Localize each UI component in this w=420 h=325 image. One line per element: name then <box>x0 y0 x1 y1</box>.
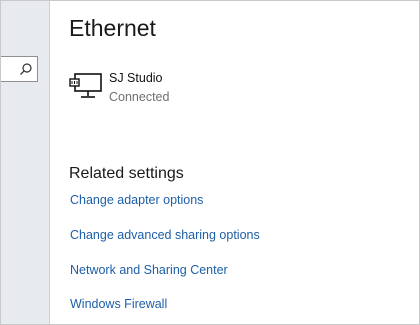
network-and-sharing-center-link[interactable]: Network and Sharing Center <box>70 263 228 277</box>
network-connection[interactable]: SJ Studio Connected <box>69 69 269 109</box>
network-name: SJ Studio <box>109 71 163 85</box>
content-pane: Ethernet SJ Studio Connected Related set… <box>50 1 419 324</box>
windows-firewall-link[interactable]: Windows Firewall <box>70 297 167 311</box>
page-title: Ethernet <box>69 15 156 41</box>
navigation-pane <box>1 1 49 324</box>
change-advanced-sharing-options-link[interactable]: Change advanced sharing options <box>70 228 260 242</box>
search-icon[interactable] <box>19 62 33 76</box>
change-adapter-options-link[interactable]: Change adapter options <box>70 193 203 207</box>
related-settings-heading: Related settings <box>69 165 184 182</box>
network-status: Connected <box>109 90 170 104</box>
ethernet-monitor-icon <box>69 73 102 98</box>
search-box[interactable] <box>1 56 38 82</box>
settings-window: Ethernet SJ Studio Connected Related set… <box>0 0 420 325</box>
